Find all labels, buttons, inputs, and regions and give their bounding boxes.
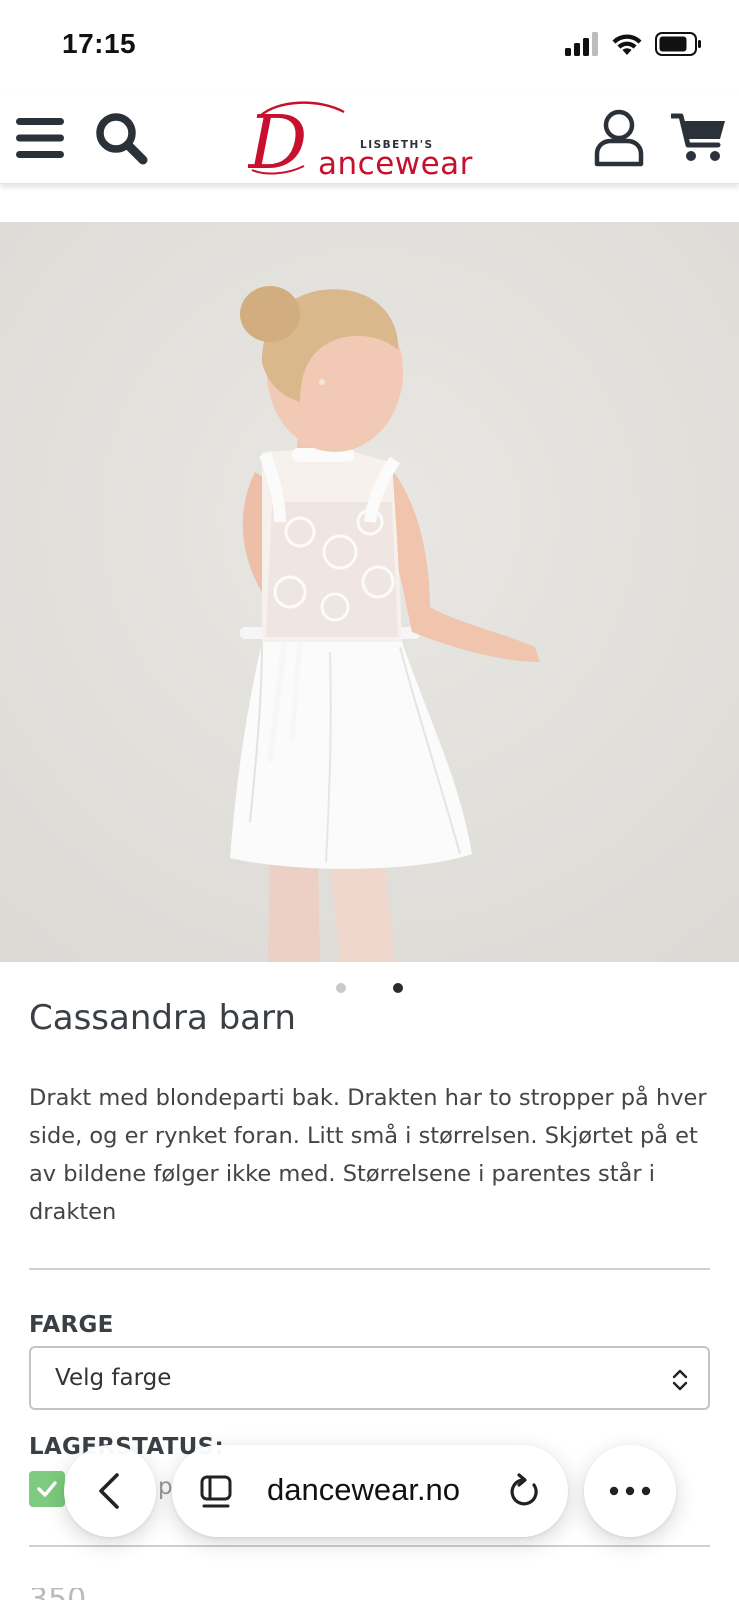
- gallery-dot-2-active[interactable]: [393, 983, 403, 993]
- cart-button[interactable]: [668, 108, 730, 168]
- price-text: 350: [29, 1588, 86, 1600]
- cellular-signal-icon: [565, 32, 598, 56]
- product-description: Drakt med blondeparti bak. Drakten har t…: [29, 1085, 707, 1225]
- wifi-icon: [612, 34, 642, 55]
- browser-address-bar[interactable]: dancewear.no: [172, 1445, 568, 1537]
- dancewear-logo: D LISBETH'S ancewear: [246, 100, 473, 186]
- product-photo: [0, 222, 739, 962]
- tabs-icon[interactable]: [200, 1475, 232, 1509]
- color-label: FARGE: [29, 1312, 114, 1338]
- search-icon: [96, 113, 148, 165]
- shopping-cart-icon: [671, 113, 725, 161]
- status-time: 17:15: [62, 28, 137, 59]
- browser-url[interactable]: dancewear.no: [267, 1472, 460, 1508]
- gallery-pagination: [0, 980, 739, 996]
- stock-check-icon: [29, 1471, 65, 1507]
- color-select[interactable]: Velg farge: [29, 1346, 710, 1410]
- stock-status-text: p: [158, 1474, 173, 1500]
- color-select-value: Velg farge: [55, 1365, 172, 1391]
- price-partial: 350: [29, 1588, 99, 1600]
- more-options-icon: [609, 1486, 651, 1496]
- browser-more-button[interactable]: [584, 1445, 676, 1537]
- product-title: Cassandra barn: [29, 998, 296, 1038]
- menu-button[interactable]: [12, 108, 68, 168]
- site-header: D LISBETH'S ancewear: [0, 92, 739, 186]
- divider: [29, 1545, 710, 1547]
- product-image[interactable]: [0, 222, 739, 962]
- hamburger-menu-icon: [16, 118, 64, 158]
- logo-brand-text: ancewear: [318, 146, 473, 180]
- user-account-icon: [594, 109, 644, 167]
- divider: [29, 1268, 710, 1270]
- site-logo[interactable]: D LISBETH'S ancewear: [246, 98, 498, 186]
- search-button[interactable]: [90, 108, 152, 168]
- battery-icon: [655, 32, 701, 56]
- reload-icon[interactable]: [508, 1473, 542, 1509]
- account-button[interactable]: [590, 108, 648, 168]
- status-bar: 17:15: [0, 0, 739, 92]
- browser-back-button[interactable]: [64, 1445, 156, 1537]
- select-chevrons-icon: [672, 1369, 688, 1391]
- chevron-left-icon: [99, 1473, 119, 1509]
- gallery-dot-1[interactable]: [336, 983, 346, 993]
- status-icons: [565, 32, 703, 56]
